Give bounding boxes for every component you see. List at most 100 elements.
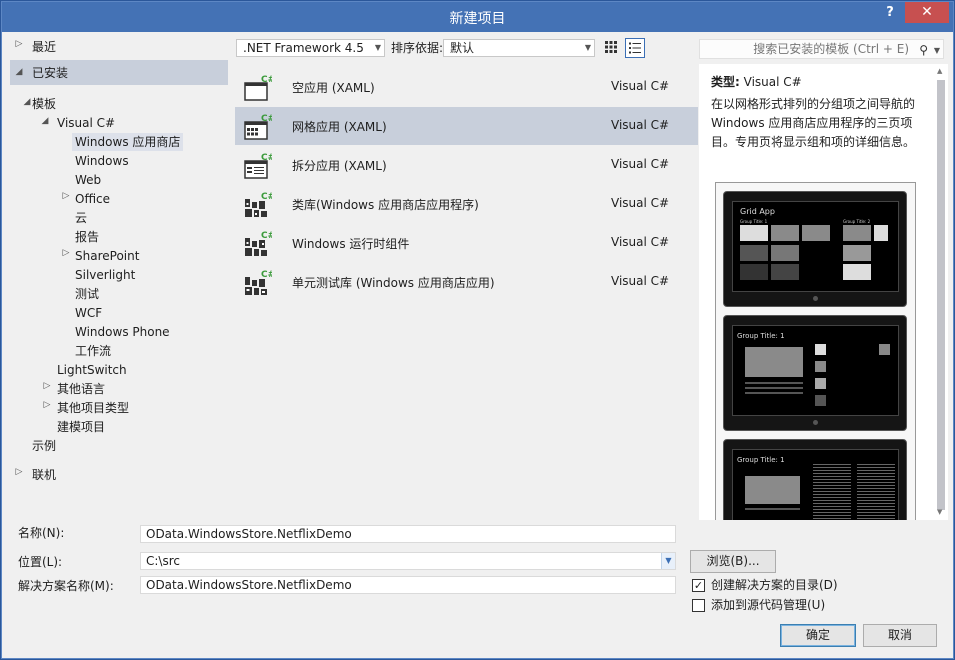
template-tree: ▷ 最近 ◢ 已安装 ◢ 模板 ◢ Visual C# Windows 应用商店… [10,32,232,522]
title-bar[interactable]: 新建项目 ? ✕ [2,2,953,32]
template-info-panel: 类型: Visual C# 在以网格形式排列的分组项之间导航的 Windows … [699,64,934,520]
preview-tile [843,245,871,261]
create-directory-checkbox[interactable]: ✓ [692,579,705,592]
preview-screen: Group Title: 1 [732,449,899,520]
preview-text-column [813,464,851,520]
ok-button[interactable]: 确定 [780,624,856,647]
list-view-button[interactable] [625,38,645,58]
collapse-arrow-icon[interactable]: ◢ [40,116,50,126]
template-row[interactable]: C# 拆分应用 (XAML) Visual C# [235,146,698,184]
class-library-icon: C# [245,192,272,217]
preview-tile [843,225,871,241]
small-icons-view-button[interactable] [601,38,621,58]
preview-tile [879,344,890,355]
expand-arrow-icon[interactable]: ▷ [42,400,52,410]
location-value: C:\src [146,554,180,568]
preview-text-line [745,382,803,384]
unit-test-library-icon: C# [245,270,272,295]
tree-online[interactable]: 联机 [32,466,56,484]
expand-arrow-icon[interactable]: ▷ [61,248,71,258]
preview-text-line [745,508,800,510]
preview-item-title: Group Title: 1 [737,456,785,464]
chevron-down-icon: ▼ [584,43,591,52]
location-field[interactable]: C:\src ▼ [140,552,676,570]
tree-office[interactable]: Office [75,190,110,208]
tree-wcf[interactable]: WCF [75,304,102,322]
preview-tile [740,264,768,280]
expand-arrow-icon[interactable]: ▷ [61,191,71,201]
source-control-checkbox[interactable] [692,599,705,612]
template-language: Visual C# [611,196,670,210]
scroll-down-icon[interactable]: ▼ [937,508,942,516]
preview-tile [771,245,799,261]
tree-web[interactable]: Web [75,171,101,189]
framework-select[interactable]: .NET Framework 4.5 ▼ [236,39,385,57]
tree-cloud[interactable]: 云 [75,209,87,227]
template-row-selected[interactable]: C# 网格应用 (XAML) Visual C# [235,107,698,145]
cancel-button[interactable]: 取消 [863,624,937,647]
preview-text-column [857,464,895,520]
preview-group-title: Group Title: 1 [737,332,785,340]
template-row[interactable]: C# 空应用 (XAML) Visual C# [235,68,698,106]
template-row[interactable]: C# 类库(Windows 应用商店应用程序) Visual C# [235,185,698,223]
chevron-down-icon: ▼ [374,43,381,52]
tree-modeling[interactable]: 建模项目 [57,418,105,436]
svg-text:C#: C# [261,114,272,124]
template-language: Visual C# [611,157,670,171]
solution-name-label: 解决方案名称(M): [18,579,114,593]
tree-other-project-types[interactable]: 其他项目类型 [57,399,129,417]
preview-tile [745,347,803,377]
expand-arrow-icon[interactable]: ▷ [42,381,52,391]
tree-silverlight[interactable]: Silverlight [75,266,135,284]
close-button[interactable]: ✕ [905,2,949,23]
name-field[interactable]: OData.WindowsStore.NetflixDemo [140,525,676,543]
expand-arrow-icon[interactable]: ▷ [14,467,24,477]
help-button[interactable]: ? [882,5,898,23]
expand-arrow-icon[interactable]: ▷ [14,39,24,49]
solution-name-field[interactable]: OData.WindowsStore.NetflixDemo [140,576,676,594]
tree-samples[interactable]: 示例 [32,437,56,455]
search-icon[interactable]: ⚲ [919,41,928,59]
create-directory-label: 创建解决方案的目录(D) [711,578,838,592]
tree-installed[interactable]: 已安装 [32,64,68,82]
preview-tile [874,225,888,241]
info-scrollbar[interactable]: ▲ ▼ [934,64,948,520]
tree-visual-csharp[interactable]: Visual C# [57,114,115,132]
preview-tile [815,361,826,372]
type-value: Visual C# [743,75,802,89]
sort-select[interactable]: 默认 ▼ [443,39,595,57]
svg-text:C#: C# [261,153,272,163]
tree-recent[interactable]: 最近 [32,38,56,56]
tree-other-languages[interactable]: 其他语言 [57,380,105,398]
template-row[interactable]: C# 单元测试库 (Windows 应用商店应用) Visual C# [235,263,698,301]
svg-text:C#: C# [261,192,272,202]
template-language: Visual C# [611,235,670,249]
tree-windows-store[interactable]: Windows 应用商店 [72,133,184,151]
tree-reporting[interactable]: 报告 [75,228,99,246]
template-row[interactable]: C# Windows 运行时组件 Visual C# [235,224,698,262]
template-description: 在以网格形式排列的分组项之间导航的 Windows 应用商店应用程序的三页项目。… [711,97,916,149]
preview-tile [815,344,826,355]
tree-workflow[interactable]: 工作流 [75,342,111,360]
preview-tile [815,395,826,406]
tree-windows[interactable]: Windows [75,152,129,170]
tree-sharepoint[interactable]: SharePoint [75,247,139,265]
collapse-arrow-icon[interactable]: ◢ [14,67,24,77]
chevron-down-icon[interactable]: ▼ [661,553,675,569]
preview-tile [745,476,800,504]
collapse-arrow-icon[interactable]: ◢ [22,97,32,107]
tree-windows-phone[interactable]: Windows Phone [75,323,170,341]
tree-templates[interactable]: 模板 [32,95,56,113]
chevron-down-icon[interactable]: ▼ [934,42,940,60]
search-input[interactable]: 搜索已安装的模板 (Ctrl + E) ⚲ ▼ [699,39,944,59]
template-name: 单元测试库 (Windows 应用商店应用) [292,276,495,290]
scrollbar-thumb[interactable] [937,80,945,510]
svg-text:C#: C# [261,231,272,241]
browse-button[interactable]: 浏览(B)... [690,550,776,573]
scroll-up-icon[interactable]: ▲ [937,67,942,75]
tree-lightswitch[interactable]: LightSwitch [57,361,127,379]
framework-value: .NET Framework 4.5 [243,41,364,55]
preview-group-label: Group Title: 2 [843,219,871,224]
blank-app-icon: C# [244,75,272,101]
tree-test[interactable]: 测试 [75,285,99,303]
